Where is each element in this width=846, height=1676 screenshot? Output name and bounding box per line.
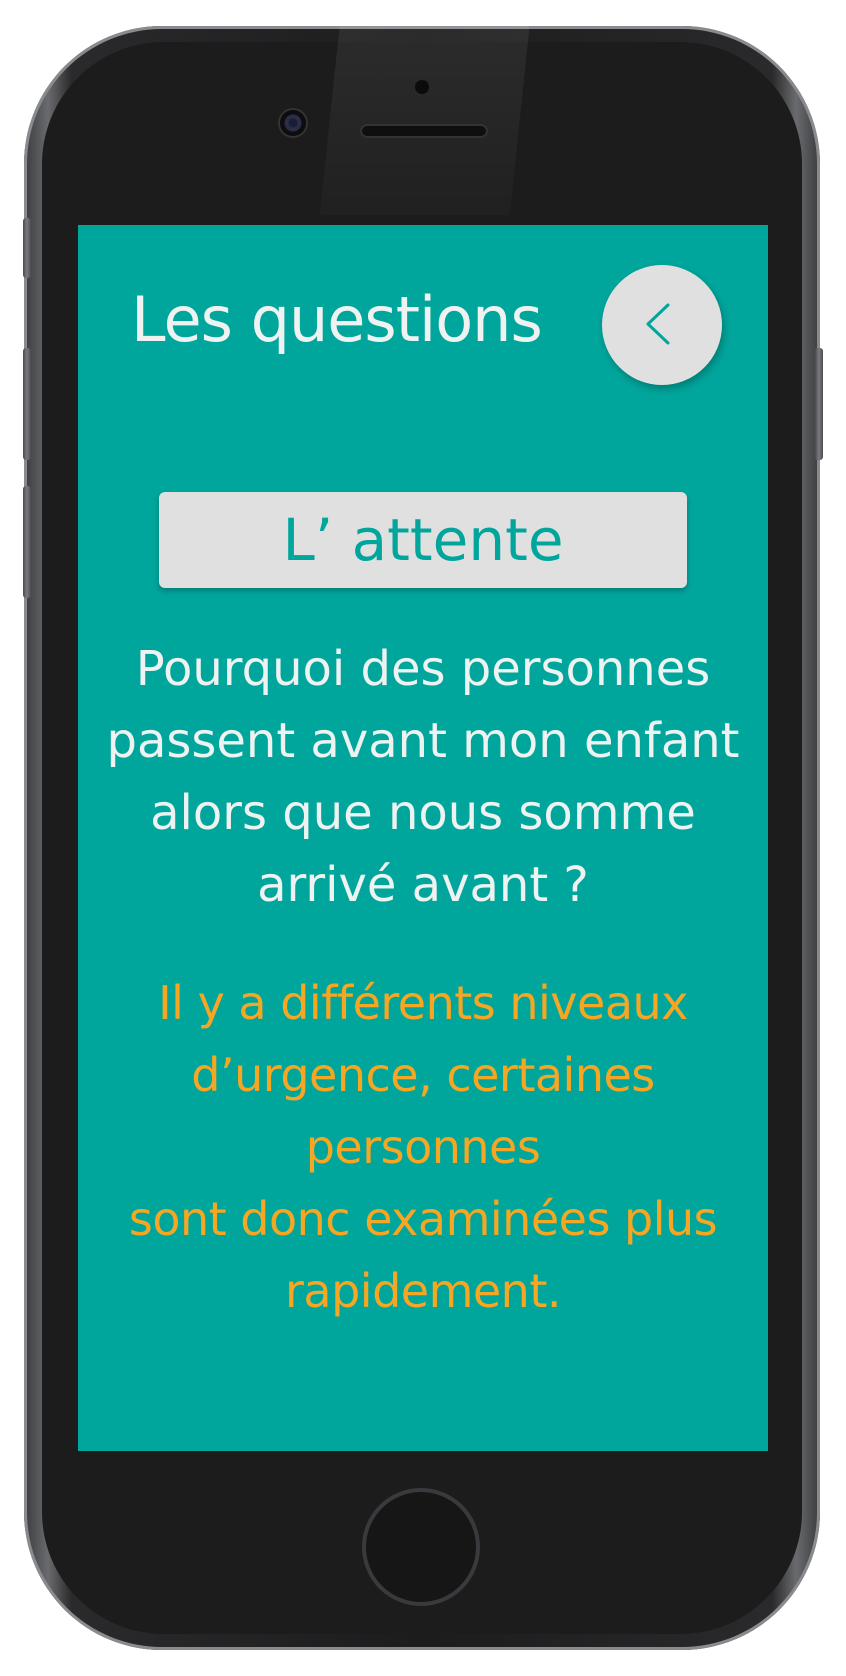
topic-label: L’ attente [282,506,564,574]
chevron-left-icon [646,303,670,345]
screen-glare [319,20,531,215]
answer-text: Il y a différents niveaux d’urgence, cer… [78,967,768,1327]
earpiece-speaker [360,124,488,138]
page-title: Les questions [131,283,543,356]
answer-line: Il y a différents niveaux [158,976,688,1030]
topic-card: L’ attente [159,492,687,588]
front-camera [280,110,306,136]
app-screen: Les questions L’ attente Pourquoi des pe… [78,225,768,1451]
mute-switch [23,218,31,278]
power-button [815,348,823,460]
back-button[interactable] [602,265,722,385]
answer-line: sont donc examinées plus [128,1192,718,1246]
question-line: Pourquoi des personnes [135,641,711,697]
question-text: Pourquoi des personnes passent avant mon… [98,633,748,921]
volume-up-button [23,348,31,460]
home-button[interactable] [362,1488,480,1606]
answer-line: rapidement. [284,1264,562,1318]
question-line: arrivé avant ? [257,857,589,913]
volume-down-button [23,486,31,598]
question-line: alors que nous somme [150,785,696,841]
proximity-sensor [415,80,429,94]
question-line: passent avant mon enfant [106,713,740,769]
answer-line: d’urgence, certaines personnes [191,1048,655,1174]
